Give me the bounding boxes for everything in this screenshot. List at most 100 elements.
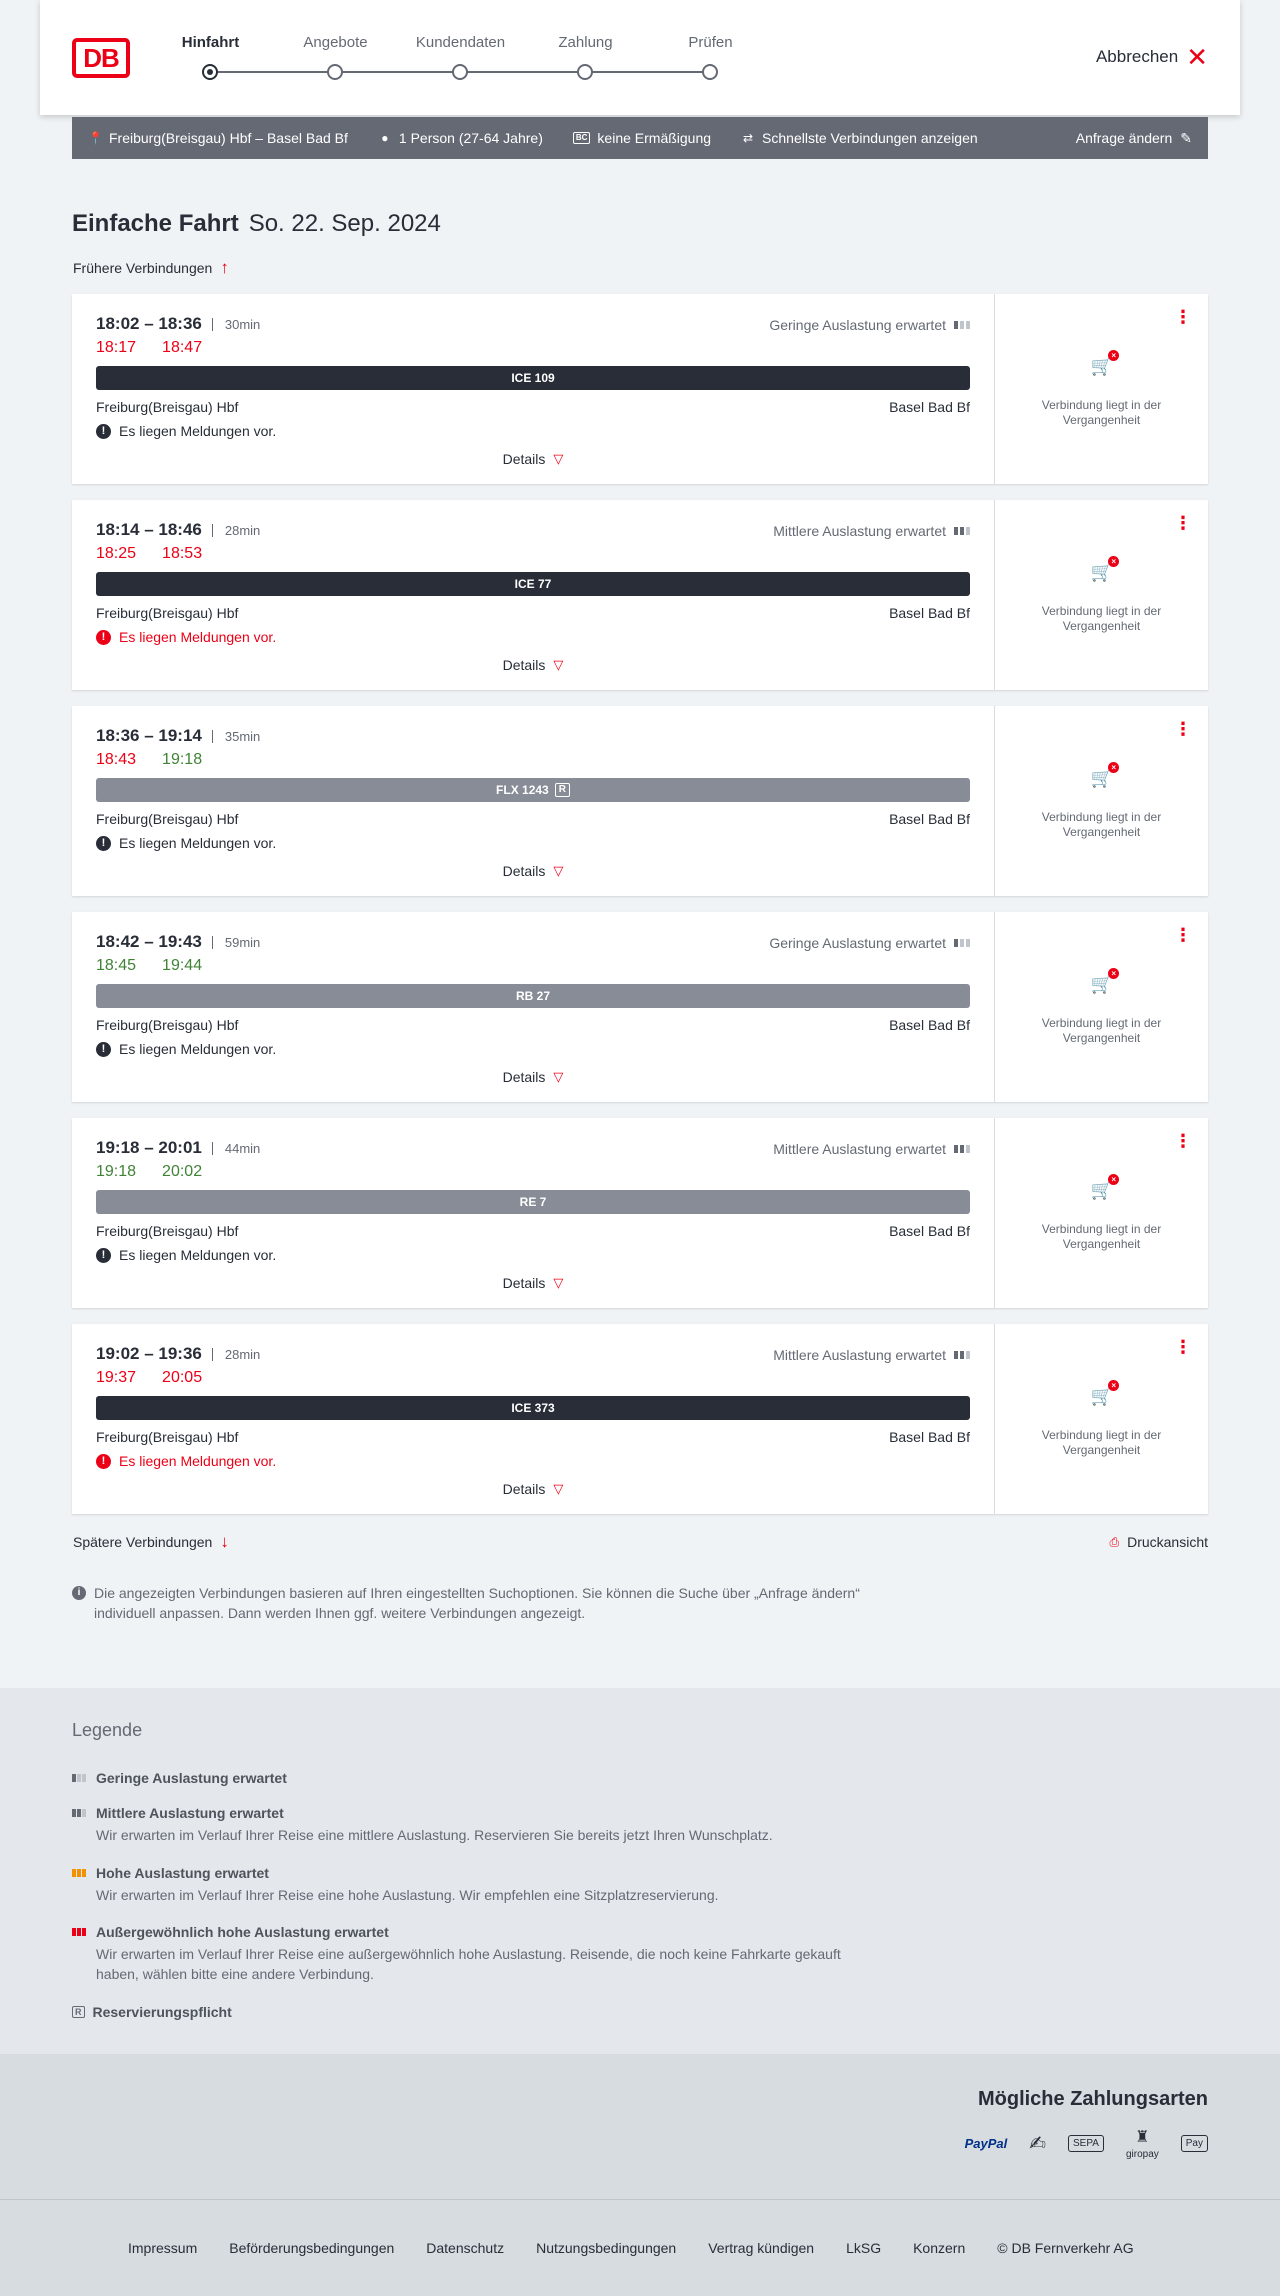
print-view-link[interactable]: ⎙ Druckansicht: [1109, 1532, 1208, 1552]
details-toggle[interactable]: Details ▽: [72, 451, 994, 467]
footer-link-befoerderung[interactable]: Beförderungsbedingungen: [229, 2240, 394, 2256]
info-note: i Die angezeigten Verbindungen basieren …: [72, 1583, 872, 1623]
details-toggle[interactable]: Details ▽: [72, 1069, 994, 1085]
train-name: FLX 1243: [496, 783, 549, 797]
details-label: Details: [502, 1481, 546, 1497]
page-title: Einfache Fahrt So. 22. Sep. 2024: [72, 210, 441, 238]
route-text: Freiburg(Breisgau) Hbf – Basel Bad Bf: [109, 130, 348, 146]
traveller-summary: ● 1 Person (27-64 Jahre): [378, 130, 543, 146]
step-dot: [702, 64, 718, 80]
past-connection-text: Verbindung liegt in der Vergangenheit: [1041, 1222, 1162, 1251]
details-toggle[interactable]: Details ▽: [72, 1481, 994, 1497]
train-name: RE 7: [519, 1195, 547, 1209]
scheduled-times: 18:36 – 19:14 35min: [96, 726, 260, 746]
stations: Freiburg(Breisgau) Hbf Basel Bad Bf: [96, 399, 970, 415]
cart-disabled-icon: 🛒 ×: [995, 762, 1209, 789]
notice-text: Es liegen Meldungen vor.: [119, 1041, 277, 1057]
train-bar[interactable]: FLX 1243 R: [96, 778, 970, 802]
train-bar[interactable]: ICE 77: [96, 572, 970, 596]
more-options-icon[interactable]: ⋮: [1174, 720, 1192, 738]
occupancy-indicator: Mittlere Auslastung erwartet: [773, 523, 970, 539]
realtime-arrival: 20:05: [162, 1369, 203, 1386]
step-dot: [452, 64, 468, 80]
connection-card[interactable]: 18:14 – 18:46 28min Mittlere Auslastung e…: [72, 500, 1208, 690]
time-range: 18:14 – 18:46: [96, 520, 202, 539]
footer-link-impressum[interactable]: Impressum: [128, 2240, 197, 2256]
details-label: Details: [502, 657, 546, 673]
print-label: Druckansicht: [1127, 1534, 1208, 1550]
more-options-icon[interactable]: ⋮: [1174, 1338, 1192, 1356]
realtime-times: 19:18 20:02: [96, 1163, 202, 1181]
details-toggle[interactable]: Details ▽: [72, 1275, 994, 1291]
connection-card[interactable]: 18:36 – 19:14 35min 18:43 19:18 FLX 1243 R …: [72, 706, 1208, 896]
change-request-button[interactable]: Anfrage ändern ✎: [1076, 130, 1192, 147]
occupancy-extreme-icon: [72, 1928, 88, 1936]
more-options-icon[interactable]: ⋮: [1174, 926, 1192, 944]
notice: ! Es liegen Meldungen vor.: [96, 835, 276, 851]
earlier-connections-link[interactable]: Frühere Verbindungen ↑: [73, 258, 229, 278]
time-range: 18:36 – 19:14: [96, 726, 202, 745]
train-bar[interactable]: RE 7: [96, 1190, 970, 1214]
realtime-times: 18:25 18:53: [96, 545, 202, 563]
duration: 35min: [211, 729, 260, 743]
train-bar[interactable]: ICE 109: [96, 366, 970, 390]
connection-card[interactable]: 18:02 – 18:36 30min Geringe Auslastung er…: [72, 294, 1208, 484]
duration: 59min: [211, 935, 260, 949]
details-toggle[interactable]: Details ▽: [72, 657, 994, 673]
connection-card[interactable]: 19:18 – 20:01 44min Mittlere Auslastung e…: [72, 1118, 1208, 1308]
connection-main: 18:42 – 19:43 59min Geringe Auslastung er…: [72, 912, 994, 1102]
occupancy-text: Mittlere Auslastung erwartet: [773, 1347, 946, 1363]
legend-head: Mittlere Auslastung erwartet: [96, 1805, 284, 1821]
train-bar[interactable]: RB 27: [96, 984, 970, 1008]
occupancy-indicator: Geringe Auslastung erwartet: [769, 317, 970, 333]
stations: Freiburg(Breisgau) Hbf Basel Bad Bf: [96, 1017, 970, 1033]
connection-main: 18:14 – 18:46 28min Mittlere Auslastung e…: [72, 500, 994, 690]
legend-title: Legende: [72, 1720, 143, 1740]
details-toggle[interactable]: Details ▽: [72, 863, 994, 879]
cancel-button[interactable]: Abbrechen ✕: [1096, 44, 1208, 70]
more-options-icon[interactable]: ⋮: [1174, 514, 1192, 532]
printer-icon: ⎙: [1109, 1534, 1120, 1549]
occupancy-medium-icon: [954, 1351, 970, 1359]
time-range: 19:02 – 19:36: [96, 1344, 202, 1363]
later-connections-link[interactable]: Spätere Verbindungen ↓: [73, 1532, 229, 1552]
info-icon: i: [72, 1586, 86, 1600]
occupancy-medium-icon: [954, 1145, 970, 1153]
realtime-departure: 19:37: [96, 1369, 137, 1386]
db-logo[interactable]: DB: [72, 38, 130, 78]
notice: ! Es liegen Meldungen vor.: [96, 423, 276, 439]
duration: 44min: [211, 1141, 260, 1155]
footer-link-nutzung[interactable]: Nutzungsbedingungen: [536, 2240, 676, 2256]
footer-link-kuendigen[interactable]: Vertrag kündigen: [708, 2240, 814, 2256]
earlier-label: Frühere Verbindungen: [73, 260, 213, 276]
credit-card-icon: ✍: [1029, 2133, 1047, 2155]
more-options-icon[interactable]: ⋮: [1174, 308, 1192, 326]
step-zahlung: Zahlung: [558, 34, 613, 51]
footer-link-lksg[interactable]: LkSG: [846, 2240, 881, 2256]
alert-icon: !: [96, 835, 111, 851]
realtime-times: 18:43 19:18: [96, 751, 202, 769]
list-footer: Spätere Verbindungen ↓ ⎙ Druckansicht: [73, 1532, 1208, 1552]
stations: Freiburg(Breisgau) Hbf Basel Bad Bf: [96, 811, 970, 827]
alert-icon: !: [96, 629, 111, 645]
connection-card[interactable]: 19:02 – 19:36 28min Mittlere Auslastung e…: [72, 1324, 1208, 1514]
footer-link-konzern[interactable]: Konzern: [913, 2240, 965, 2256]
train-bar[interactable]: ICE 373: [96, 1396, 970, 1420]
occupancy-text: Mittlere Auslastung erwartet: [773, 1141, 946, 1157]
train-name: ICE 77: [514, 577, 552, 591]
footer-link-datenschutz[interactable]: Datenschutz: [426, 2240, 504, 2256]
notice: ! Es liegen Meldungen vor.: [96, 1453, 276, 1469]
reservation-required-icon: R: [72, 2006, 85, 2018]
realtime-times: 18:45 19:44: [96, 957, 202, 975]
occupancy-indicator: Geringe Auslastung erwartet: [769, 935, 970, 951]
time-range: 18:42 – 19:43: [96, 932, 202, 951]
legend-head: Außergewöhnlich hohe Auslastung erwartet: [96, 1924, 389, 1940]
stations: Freiburg(Breisgau) Hbf Basel Bad Bf: [96, 605, 970, 621]
duration: 28min: [211, 523, 260, 537]
notice-text: Es liegen Meldungen vor.: [119, 1453, 277, 1469]
paypal-label: PayPal: [964, 2136, 1008, 2151]
departure-station: Freiburg(Breisgau) Hbf: [96, 1223, 239, 1239]
connection-card[interactable]: 18:42 – 19:43 59min Geringe Auslastung er…: [72, 912, 1208, 1102]
more-options-icon[interactable]: ⋮: [1174, 1132, 1192, 1150]
cart-disabled-icon: 🛒 ×: [995, 350, 1209, 377]
